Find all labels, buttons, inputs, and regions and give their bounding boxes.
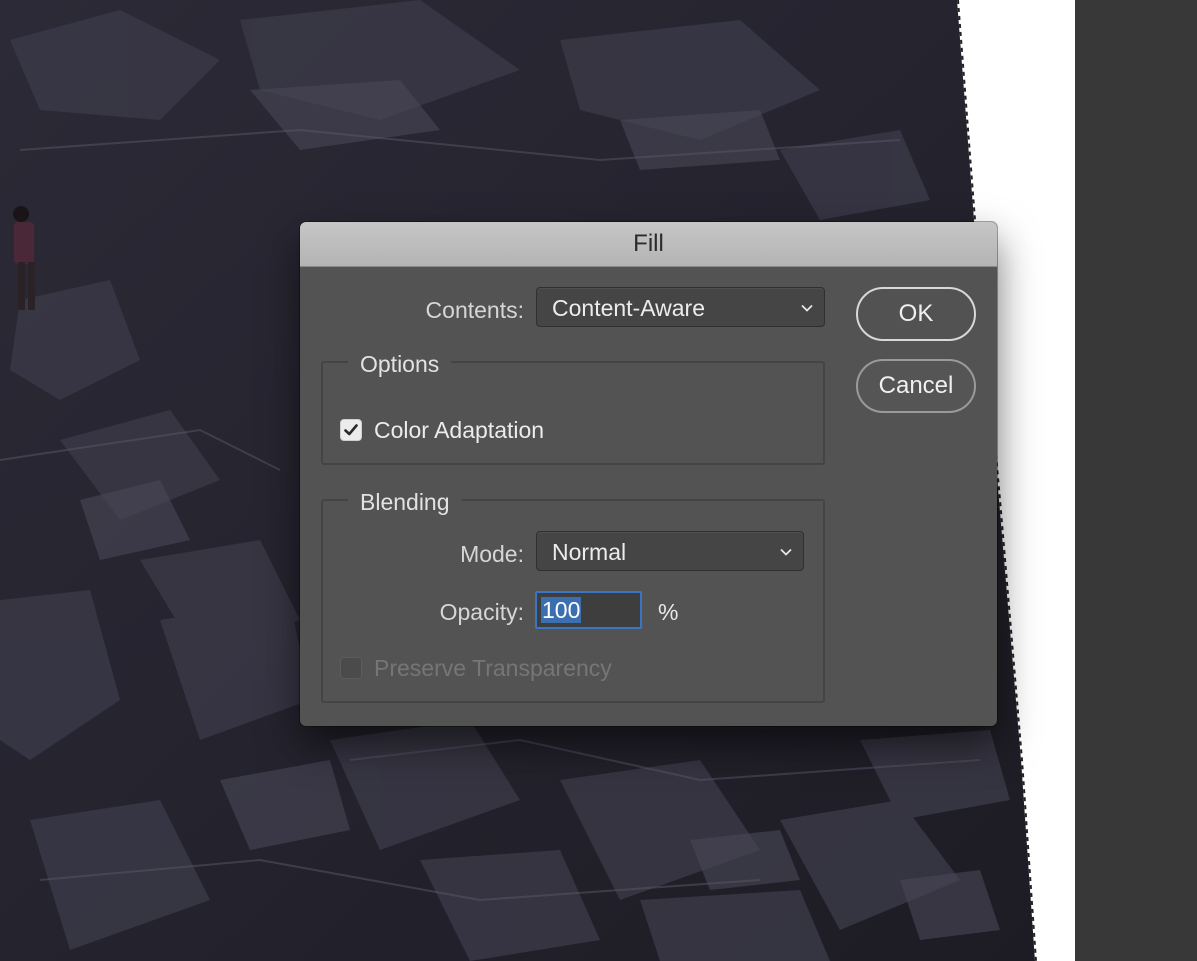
cancel-button[interactable]: Cancel [856, 359, 976, 413]
opacity-unit: % [658, 599, 679, 625]
contents-label: Contents: [425, 297, 524, 323]
opacity-input[interactable]: 100 [535, 591, 642, 629]
ok-button-label: OK [898, 300, 934, 327]
chevron-down-icon [801, 304, 813, 312]
color-adaptation-checkbox[interactable] [340, 419, 362, 441]
chevron-down-icon [780, 548, 792, 556]
ok-button[interactable]: OK [856, 287, 976, 341]
cancel-button-label: Cancel [878, 372, 954, 399]
mode-label: Mode: [460, 541, 524, 567]
mode-select[interactable]: Normal [536, 531, 804, 571]
options-legend: Options [348, 351, 452, 377]
preserve-transparency-label: Preserve Transparency [374, 655, 612, 681]
preserve-transparency-checkbox[interactable] [340, 657, 362, 679]
opacity-value: 100 [541, 597, 582, 623]
opacity-label: Opacity: [439, 599, 524, 625]
mode-value: Normal [552, 539, 627, 565]
workspace-background [1075, 0, 1197, 961]
dialog-title: Fill [633, 230, 664, 257]
dialog-titlebar[interactable]: Fill [300, 222, 997, 267]
contents-value: Content-Aware [552, 295, 705, 321]
color-adaptation-label[interactable]: Color Adaptation [374, 417, 544, 443]
contents-select[interactable]: Content-Aware [536, 287, 825, 327]
blending-legend: Blending [348, 489, 462, 515]
checkmark-icon [344, 424, 358, 436]
fill-dialog: Fill Contents: Content-Aware Options Col… [300, 222, 997, 726]
